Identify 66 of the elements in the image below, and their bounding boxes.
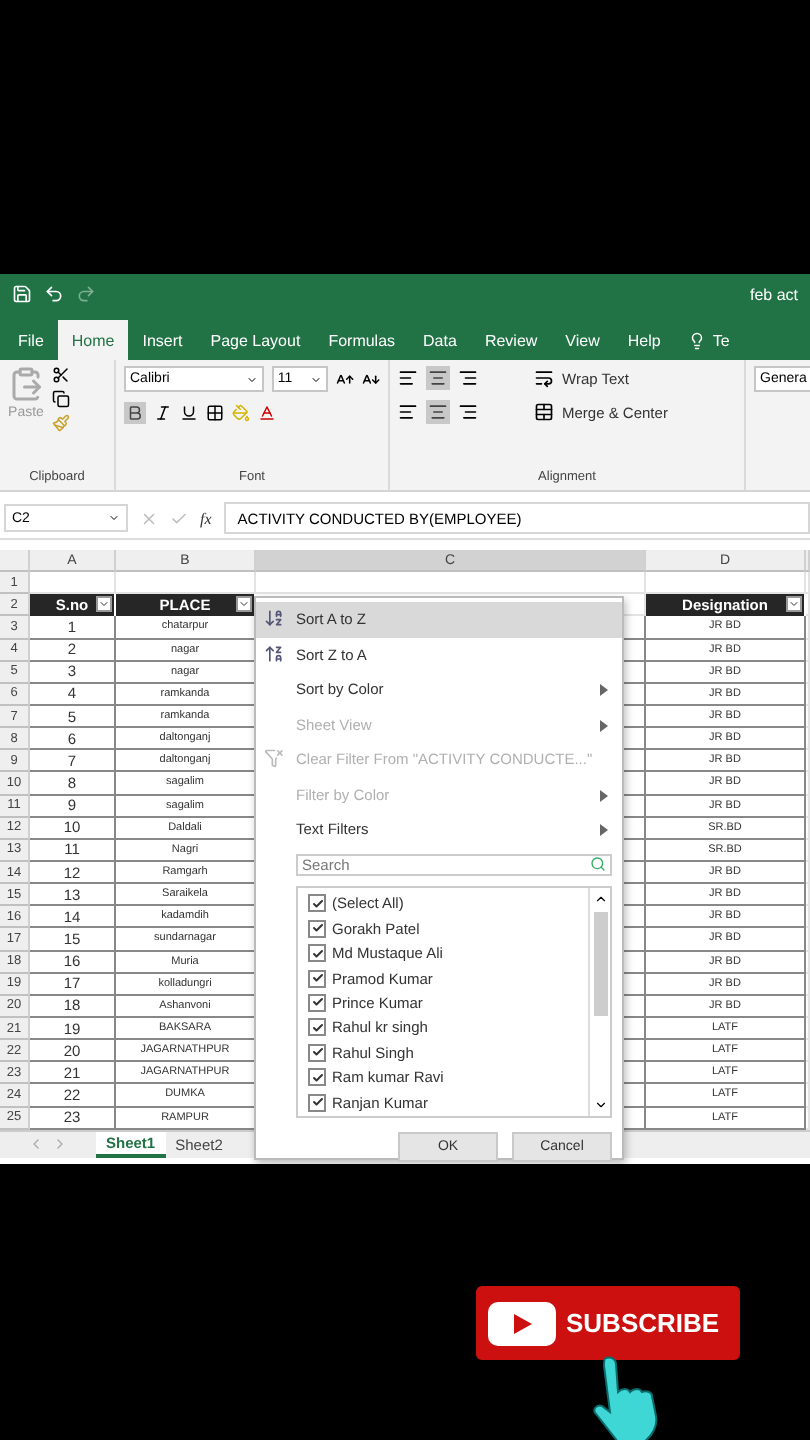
play-icon xyxy=(488,1301,556,1345)
checkbox[interactable] xyxy=(308,1043,326,1062)
caret-icon xyxy=(788,598,800,611)
ribbon-tab[interactable]: Insert xyxy=(128,320,197,360)
align-right-icon[interactable] xyxy=(458,402,478,422)
filter-button[interactable] xyxy=(236,596,252,613)
submenu-arrow-icon xyxy=(600,789,608,801)
checkbox[interactable] xyxy=(308,919,326,938)
window-title: feb act xyxy=(749,285,798,303)
caret-icon[interactable] xyxy=(108,512,120,524)
checkbox[interactable] xyxy=(308,1068,326,1087)
submenu-arrow-icon xyxy=(600,824,608,836)
ribbon-tab[interactable]: File xyxy=(4,320,58,360)
underline-icon[interactable] xyxy=(180,404,198,422)
search-icon xyxy=(590,856,606,872)
ribbon-tab[interactable]: Te xyxy=(674,320,744,360)
ribbon-tab[interactable]: Page Layout xyxy=(196,320,315,360)
merge-icon[interactable] xyxy=(534,402,554,422)
filter-button[interactable] xyxy=(786,596,802,613)
align-left-icon[interactable] xyxy=(398,402,418,422)
filter-button[interactable] xyxy=(96,596,112,613)
checkbox[interactable] xyxy=(308,1093,326,1112)
scroll-down-icon[interactable] xyxy=(593,1097,607,1111)
bottom-align-icon[interactable] xyxy=(458,368,478,388)
empty-cell[interactable] xyxy=(256,572,646,595)
checkbox[interactable] xyxy=(308,1018,326,1037)
select-all-corner xyxy=(0,550,30,573)
subscribe-button[interactable]: SUBSCRIBE xyxy=(476,1286,740,1360)
insert-function-button[interactable]: fx xyxy=(200,509,212,527)
sort-ascending-icon xyxy=(264,608,284,628)
top-align-icon[interactable] xyxy=(398,368,418,388)
scroll-up-icon[interactable] xyxy=(593,891,607,905)
caret-icon xyxy=(98,598,110,611)
ribbon-tab[interactable]: View xyxy=(551,320,614,360)
align-center-icon[interactable] xyxy=(426,400,450,424)
shrink-font-icon[interactable] xyxy=(361,369,380,389)
submenu-arrow-icon xyxy=(600,719,608,731)
checkbox[interactable] xyxy=(308,969,326,988)
fill-color-icon[interactable] xyxy=(232,404,250,422)
grow-font-icon[interactable] xyxy=(335,369,354,389)
undo-icon[interactable] xyxy=(44,284,64,304)
copy-icon[interactable] xyxy=(52,390,70,408)
lightbulb-icon xyxy=(688,331,707,349)
checkbox[interactable] xyxy=(308,944,326,963)
ribbon-tab[interactable]: Data xyxy=(409,320,471,360)
scrollbar-thumb[interactable] xyxy=(593,911,607,1015)
wrap-text-icon[interactable] xyxy=(534,368,554,388)
borders-icon[interactable] xyxy=(206,404,224,422)
middle-align-icon[interactable] xyxy=(426,366,450,390)
ribbon-tab[interactable]: Home xyxy=(57,320,129,360)
ribbon-tab[interactable]: Help xyxy=(613,320,675,360)
caret-icon xyxy=(238,598,250,611)
caret-icon[interactable] xyxy=(309,373,322,385)
clear-filter-icon xyxy=(264,748,284,768)
save-icon[interactable] xyxy=(12,284,32,304)
checkbox[interactable] xyxy=(308,993,326,1012)
ribbon-tab[interactable]: Formulas xyxy=(314,320,410,360)
checkbox[interactable] xyxy=(308,894,326,913)
sort-descending-icon xyxy=(264,643,284,663)
caret-icon[interactable] xyxy=(245,373,258,385)
font-color-icon[interactable] xyxy=(258,404,276,422)
italic-icon[interactable] xyxy=(154,404,172,422)
submenu-arrow-icon xyxy=(600,684,608,696)
ribbon-tab[interactable]: Review xyxy=(470,320,552,360)
bold-icon[interactable] xyxy=(124,402,146,424)
cut-icon[interactable] xyxy=(52,366,70,384)
